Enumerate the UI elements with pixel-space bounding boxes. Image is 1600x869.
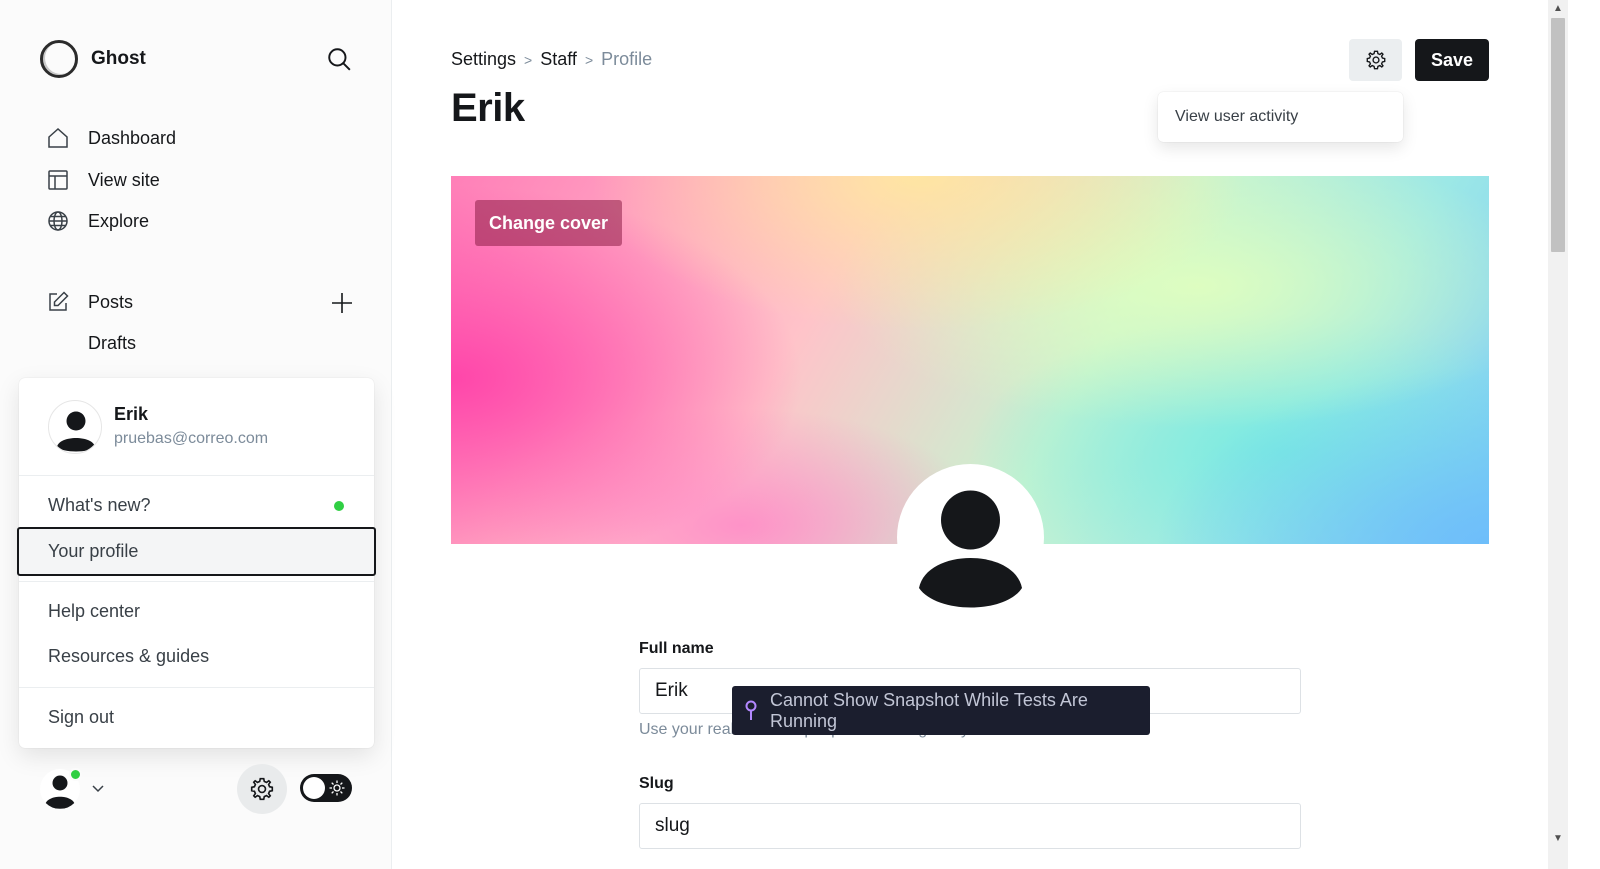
- toast-text: Cannot Show Snapshot While Tests Are Run…: [770, 689, 1088, 731]
- menu-item-help-center[interactable]: Help center: [48, 601, 140, 622]
- page-title: Erik: [451, 86, 525, 130]
- slug-input[interactable]: [639, 803, 1301, 849]
- breadcrumb-profile: Profile: [601, 49, 653, 69]
- sidebar-item-label: Explore: [88, 210, 150, 231]
- breadcrumb: Settings > Staff > Profile: [451, 49, 652, 70]
- pin-icon: [745, 700, 757, 720]
- account-email: pruebas@correo.com: [114, 430, 269, 447]
- brand[interactable]: Ghost: [40, 40, 146, 78]
- snapshot-toast: Cannot Show Snapshot While Tests Are Run…: [732, 686, 1150, 735]
- user-actions-menu: View user activity: [1158, 92, 1403, 142]
- sidebar-item-label: Dashboard: [88, 127, 177, 148]
- divider: [19, 687, 374, 688]
- new-indicator-dot: [334, 501, 344, 511]
- breadcrumb-settings[interactable]: Settings: [451, 49, 516, 70]
- user-icon: [57, 411, 95, 452]
- divider: [19, 581, 374, 582]
- layout-icon: [48, 170, 68, 190]
- toggle-knob: [303, 777, 325, 799]
- gear-icon: [250, 777, 274, 801]
- menu-item-sign-out[interactable]: Sign out: [48, 707, 114, 728]
- globe-icon: [48, 211, 68, 231]
- chevron-right-icon: >: [584, 51, 594, 68]
- plus-icon[interactable]: [330, 291, 354, 315]
- ghost-logo-icon: [40, 40, 78, 78]
- menu-item-whats-new[interactable]: What's new?: [48, 495, 150, 516]
- scroll-down-arrow-icon[interactable]: ▼: [1552, 833, 1564, 845]
- sidebar-item-label: Posts: [88, 291, 134, 312]
- user-icon: [919, 490, 1022, 608]
- chevron-right-icon: >: [524, 51, 533, 68]
- theme-toggle[interactable]: [300, 774, 352, 802]
- brand-name: Ghost: [91, 48, 146, 69]
- scroll-up-arrow-icon[interactable]: ▲: [1552, 3, 1564, 15]
- save-button[interactable]: Save: [1415, 39, 1489, 81]
- avatar: [48, 400, 102, 454]
- sidebar-item-explore[interactable]: Explore: [46, 209, 149, 233]
- slug-label: Slug: [639, 775, 674, 792]
- account-name: Erik: [114, 404, 149, 424]
- menu-item-label: Your profile: [48, 541, 139, 561]
- breadcrumb-staff[interactable]: Staff: [540, 49, 577, 70]
- profile-avatar[interactable]: [897, 464, 1044, 611]
- menu-item-view-user-activity[interactable]: View user activity: [1175, 108, 1298, 126]
- user-actions-button[interactable]: [1349, 39, 1402, 81]
- menu-item-your-profile[interactable]: Your profile: [17, 527, 376, 576]
- sidebar-item-dashboard[interactable]: Dashboard: [46, 126, 176, 150]
- full-name-label: Full name: [639, 640, 714, 657]
- gear-icon: [1366, 50, 1385, 70]
- sidebar-item-posts[interactable]: Posts: [46, 290, 133, 314]
- edit-icon: [49, 291, 69, 311]
- home-icon: [48, 127, 68, 148]
- scroll-thumb[interactable]: [1551, 18, 1565, 252]
- sun-icon: [329, 780, 345, 796]
- change-cover-button[interactable]: Change cover: [475, 200, 622, 246]
- sidebar-item-label: View site: [88, 169, 160, 190]
- online-status-dot: [69, 768, 82, 781]
- sidebar-item-view-site[interactable]: View site: [46, 168, 160, 192]
- menu-item-resources[interactable]: Resources & guides: [48, 646, 209, 667]
- chevron-down-icon[interactable]: [90, 780, 106, 796]
- account-menu: Erik pruebas@correo.com What's new? Your…: [17, 378, 376, 748]
- sidebar-item-drafts[interactable]: Drafts: [88, 333, 136, 354]
- account-header: Erik pruebas@correo.com: [19, 378, 374, 476]
- settings-button[interactable]: [237, 764, 287, 814]
- search-icon[interactable]: [326, 46, 352, 72]
- scrollbar[interactable]: ▲ ▼: [1548, 0, 1568, 869]
- sidebar: Ghost Dashboard View site Explore Posts …: [0, 0, 392, 869]
